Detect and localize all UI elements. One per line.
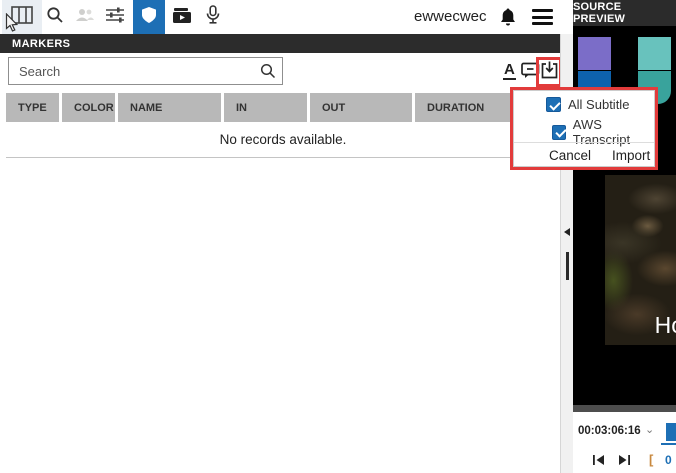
text-format-button[interactable]: A	[503, 61, 516, 80]
media-thumbnail[interactable]	[638, 37, 671, 70]
timecode-chevron-icon[interactable]: ⌄	[645, 423, 654, 436]
collapse-panel-icon[interactable]	[564, 228, 570, 236]
app-root: ewwecwec MARKERS A TYPE COLOR NAME IN OU…	[0, 0, 676, 473]
next-frame-icon	[618, 454, 631, 466]
video-caption: Ho	[655, 312, 676, 339]
search-icon	[46, 6, 64, 29]
users-icon	[75, 7, 95, 28]
import-icon	[541, 61, 558, 79]
video-viewport: Ho	[573, 175, 676, 345]
column-header-out[interactable]: OUT	[310, 93, 415, 122]
partial-timecode: 0	[665, 453, 672, 467]
all-subtitle-label: All Subtitle	[568, 97, 629, 112]
column-header-color[interactable]: COLOR	[62, 93, 118, 122]
video-archive-button[interactable]	[169, 0, 195, 34]
previous-frame-button[interactable]	[592, 453, 605, 471]
panel-layout-icon	[11, 6, 33, 29]
player-option-underline	[661, 443, 676, 445]
import-markers-highlight	[536, 57, 562, 87]
markers-panel-header: MARKERS	[0, 34, 560, 53]
splitter-drag-handle[interactable]	[566, 252, 569, 280]
menu-icon	[532, 9, 553, 12]
filter-sliders-button[interactable]	[102, 0, 128, 34]
previous-frame-icon	[592, 454, 605, 466]
source-preview-panel: SOURCE PREVIEW Ho 00:03:06:16 ⌄ [ 0	[573, 0, 676, 473]
cancel-button[interactable]: Cancel	[549, 148, 591, 163]
notifications-button[interactable]	[499, 7, 517, 32]
markers-table: TYPE COLOR NAME IN OUT DURATION No recor…	[6, 93, 560, 158]
option-all-subtitle[interactable]: All Subtitle	[546, 97, 629, 112]
search-button[interactable]	[42, 0, 68, 34]
markers-table-header: TYPE COLOR NAME IN OUT DURATION	[6, 93, 560, 122]
microphone-icon	[205, 5, 221, 30]
shield-icon	[141, 6, 157, 29]
markers-shield-button[interactable]	[133, 0, 165, 34]
bell-icon	[499, 7, 517, 27]
media-thumbnail[interactable]	[578, 37, 611, 70]
player-option-chip[interactable]	[666, 423, 676, 441]
account-name[interactable]: ewwecwec	[414, 8, 487, 25]
search-input[interactable]	[8, 57, 283, 85]
import-button[interactable]: Import	[612, 148, 650, 163]
microphone-button[interactable]	[200, 0, 226, 34]
next-frame-button[interactable]	[618, 453, 631, 471]
timecode-display[interactable]: 00:03:06:16	[578, 425, 641, 437]
player-seekbar[interactable]	[573, 405, 676, 412]
panel-layout-button[interactable]	[2, 0, 42, 34]
column-header-name[interactable]: NAME	[118, 93, 224, 122]
video-frame[interactable]: Ho	[605, 175, 676, 345]
users-button[interactable]	[72, 0, 98, 34]
table-empty-message: No records available.	[6, 122, 560, 158]
import-dropdown-highlight: All Subtitle AWS Transcript Cancel Impor…	[510, 87, 658, 170]
import-dropdown: All Subtitle AWS Transcript Cancel Impor…	[513, 90, 655, 167]
search-submit-icon[interactable]	[260, 63, 276, 84]
all-subtitle-checkbox[interactable]	[546, 97, 561, 112]
source-preview-header: SOURCE PREVIEW	[573, 0, 676, 26]
menu-button[interactable]	[532, 9, 553, 29]
column-header-type[interactable]: TYPE	[6, 93, 62, 122]
top-toolbar: ewwecwec	[0, 0, 573, 34]
player-controls: 00:03:06:16 ⌄ [ 0	[573, 412, 676, 473]
filter-sliders-icon	[105, 6, 125, 29]
import-markers-button[interactable]	[541, 61, 558, 84]
video-archive-icon	[172, 6, 192, 29]
aws-transcript-checkbox[interactable]	[552, 125, 566, 140]
dropdown-divider	[514, 142, 654, 143]
source-preview-title: SOURCE PREVIEW	[573, 1, 676, 25]
column-header-in[interactable]: IN	[224, 93, 310, 122]
mark-in-icon[interactable]: [	[649, 452, 653, 467]
markers-panel-title: MARKERS	[12, 38, 70, 50]
